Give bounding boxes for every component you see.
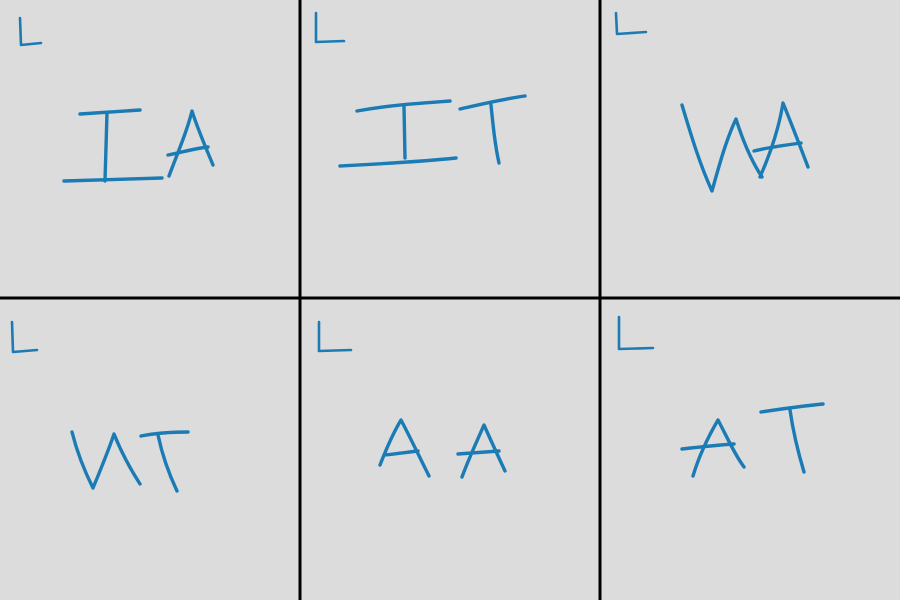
board-background [0, 0, 900, 600]
handwriting-board [0, 0, 900, 600]
